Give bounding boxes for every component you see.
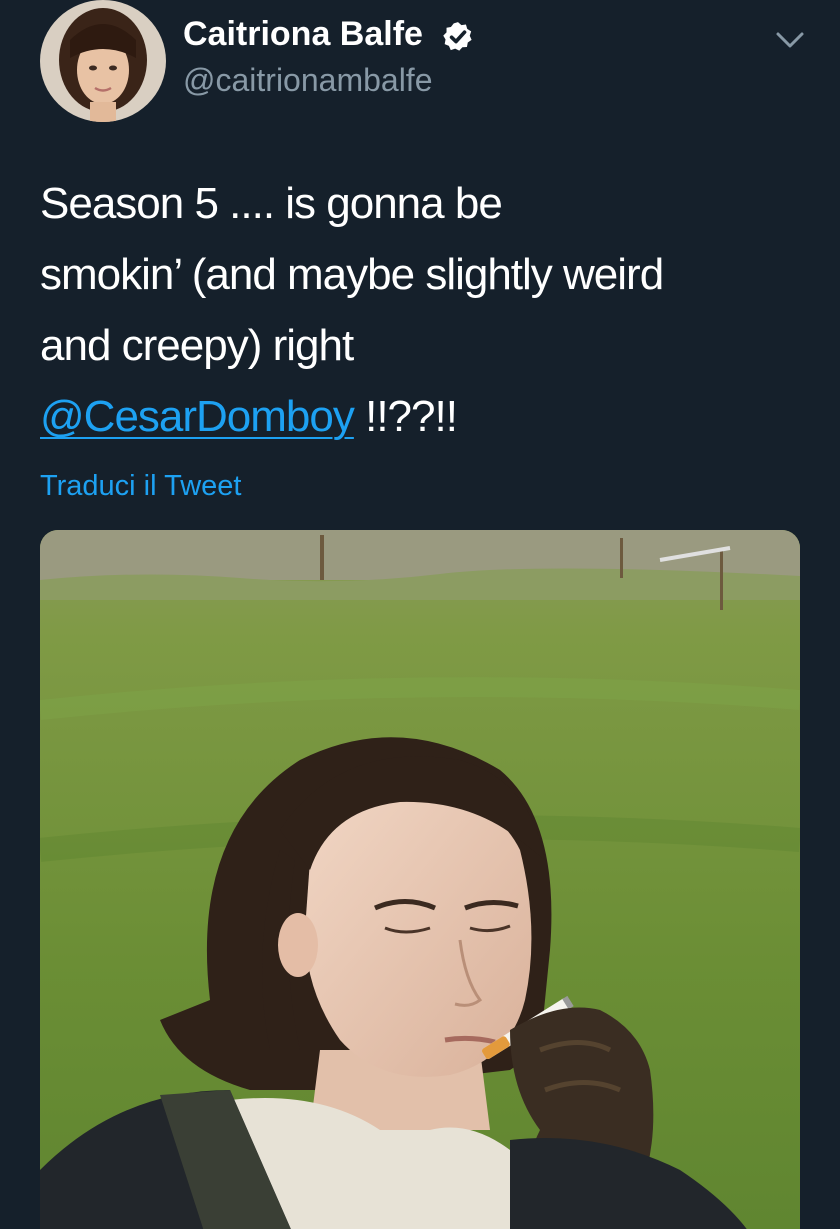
translate-tweet-link[interactable]: Traduci il Tweet: [40, 466, 241, 506]
tweet-text-line: smokin’ (and maybe slightly weird: [40, 250, 664, 299]
chevron-down-icon[interactable]: [772, 22, 808, 58]
tweet-text-line: @CesarDomboy !!??!!: [40, 381, 800, 452]
tweet-text-suffix: !!??!!: [353, 392, 458, 441]
profile-photo-icon: [40, 0, 166, 122]
verified-badge-icon: [443, 22, 472, 51]
tweet-media-photo[interactable]: [40, 530, 800, 1229]
photo-man-smoking-in-field-icon: [40, 530, 800, 1229]
tweet-text-line: and creepy) right: [40, 321, 354, 370]
author-handle[interactable]: @caitrionambalfe: [183, 60, 432, 100]
avatar[interactable]: [40, 0, 166, 122]
mention-link[interactable]: @CesarDomboy: [40, 392, 355, 441]
tweet-text-line: Season 5 .... is gonna be: [40, 179, 503, 228]
tweet-text: Season 5 .... is gonna be smokin’ (and m…: [40, 168, 800, 452]
author-display-name[interactable]: Caitriona Balfe: [183, 14, 423, 54]
